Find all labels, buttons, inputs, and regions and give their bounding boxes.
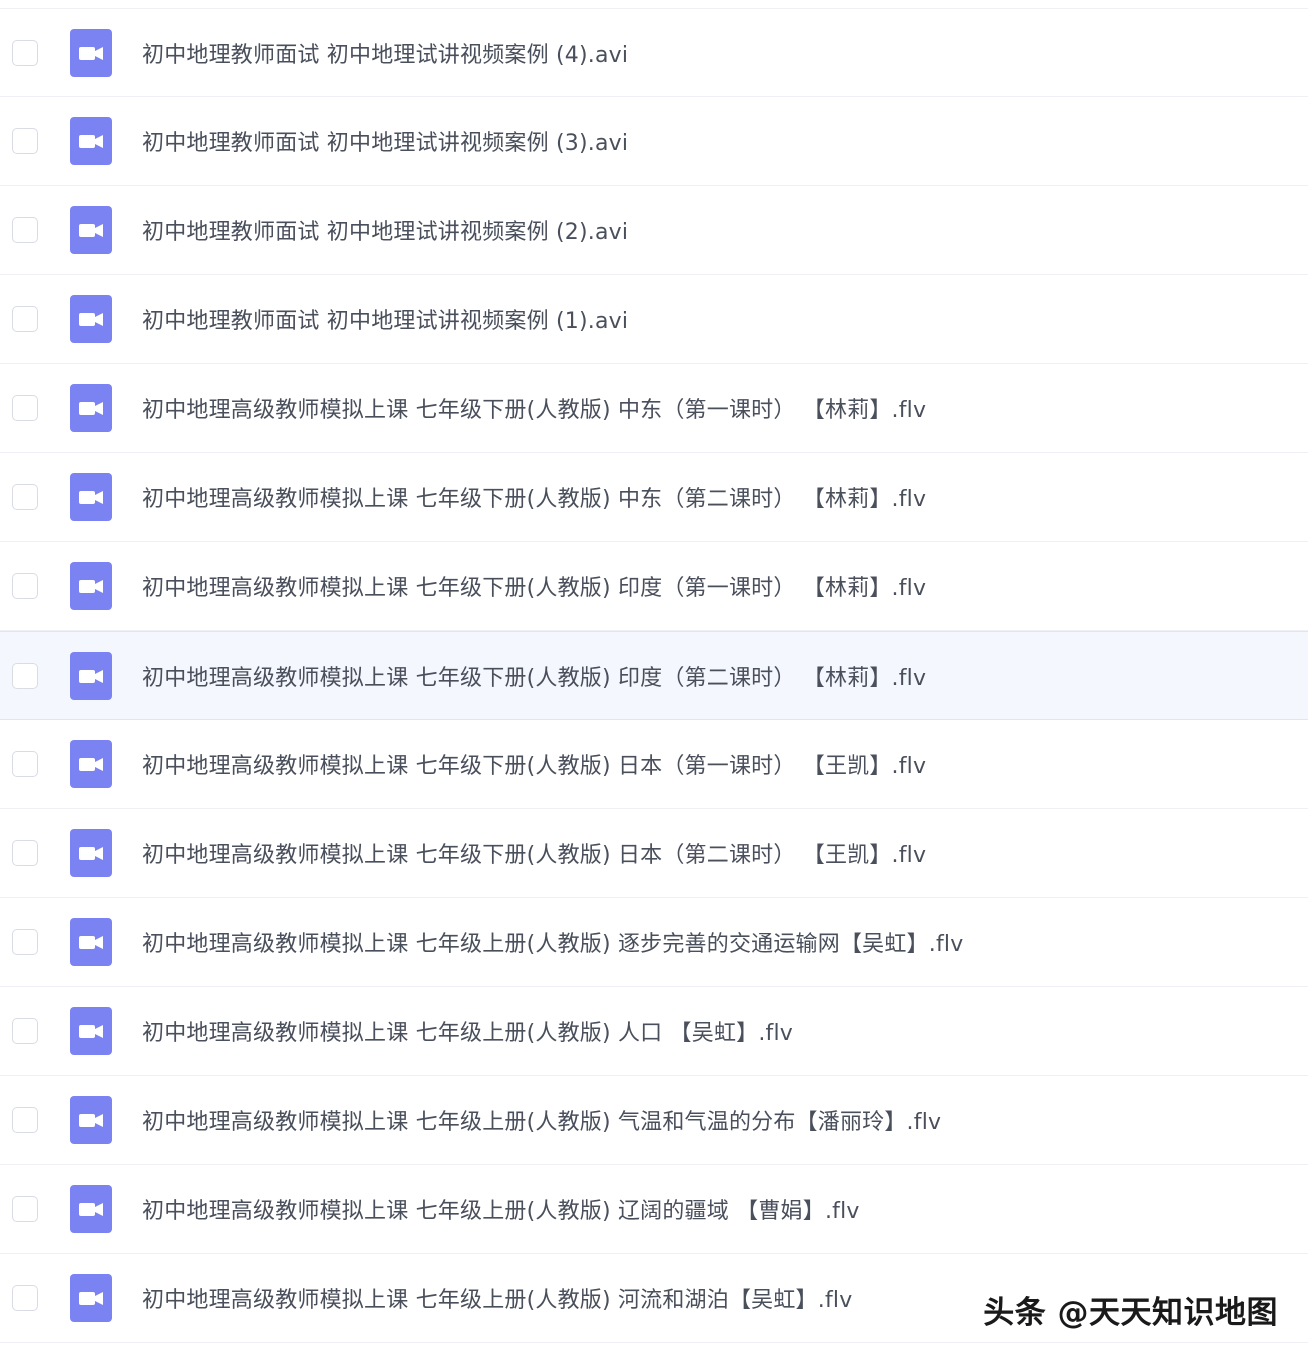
file-name[interactable]: 初中地理高级教师模拟上课 七年级下册(人教版) 印度（第一课时） 【林莉】.fl…	[142, 570, 926, 602]
video-file-icon	[70, 295, 112, 343]
video-file-icon	[70, 651, 112, 700]
row-checkbox[interactable]	[12, 840, 38, 866]
row-checkbox[interactable]	[12, 217, 38, 243]
row-checkbox[interactable]	[12, 929, 38, 955]
file-name[interactable]: 初中地理教师面试 初中地理试讲视频案例 (2).avi	[142, 214, 628, 246]
file-row[interactable]: 初中地理高级教师模拟上课 七年级下册(人教版) 日本（第二课时） 【王凯】.fl…	[0, 809, 1308, 898]
row-checkbox[interactable]	[12, 128, 38, 154]
file-name[interactable]: 初中地理高级教师模拟上课 七年级下册(人教版) 印度（第二课时） 【林莉】.fl…	[142, 660, 926, 692]
file-name[interactable]: 初中地理高级教师模拟上课 七年级上册(人教版) 辽阔的疆域 【曹娟】.flv	[142, 1193, 860, 1225]
file-row[interactable]: 初中地理高级教师模拟上课 七年级上册(人教版) 辽阔的疆域 【曹娟】.flv	[0, 1165, 1308, 1254]
file-row[interactable]: 初中地理教师面试 初中地理试讲视频案例 (2).avi	[0, 186, 1308, 275]
row-checkbox[interactable]	[12, 751, 38, 777]
video-file-icon	[70, 28, 112, 77]
video-file-icon	[70, 117, 112, 165]
file-name[interactable]: 初中地理教师面试 初中地理试讲视频案例 (3).avi	[142, 125, 628, 157]
video-file-icon	[70, 473, 112, 521]
file-row-hovered[interactable]: 初中地理高级教师模拟上课 七年级下册(人教版) 印度（第二课时） 【林莉】.fl…	[0, 631, 1308, 720]
video-file-icon	[70, 1274, 112, 1322]
video-file-icon	[70, 1096, 112, 1144]
row-checkbox[interactable]	[12, 573, 38, 599]
file-name[interactable]: 初中地理高级教师模拟上课 七年级上册(人教版) 河流和湖泊【吴虹】.flv	[142, 1282, 852, 1314]
row-checkbox[interactable]	[12, 1018, 38, 1044]
file-name[interactable]: 初中地理高级教师模拟上课 七年级上册(人教版) 气温和气温的分布【潘丽玲】.fl…	[142, 1104, 941, 1136]
video-file-icon	[70, 384, 112, 432]
row-checkbox[interactable]	[12, 306, 38, 332]
file-row[interactable]: 初中地理高级教师模拟上课 七年级下册(人教版) 中东（第一课时） 【林莉】.fl…	[0, 364, 1308, 453]
video-file-icon	[70, 740, 112, 788]
file-name[interactable]: 初中地理高级教师模拟上课 七年级下册(人教版) 中东（第二课时） 【林莉】.fl…	[142, 481, 926, 513]
row-checkbox[interactable]	[12, 1196, 38, 1222]
watermark-text: 头条 @天天知识地图	[983, 1295, 1278, 1331]
row-checkbox[interactable]	[12, 662, 38, 689]
file-row[interactable]: 初中地理高级教师模拟上课 七年级下册(人教版) 印度（第一课时） 【林莉】.fl…	[0, 542, 1308, 631]
row-checkbox[interactable]	[12, 1285, 38, 1311]
file-name[interactable]: 初中地理教师面试 初中地理试讲视频案例 (1).avi	[142, 303, 628, 335]
video-file-icon	[70, 1007, 112, 1055]
file-name[interactable]: 初中地理教师面试 初中地理试讲视频案例 (4).avi	[142, 37, 628, 69]
file-row[interactable]: 初中地理教师面试 初中地理试讲视频案例 (3).avi	[0, 97, 1308, 186]
row-checkbox[interactable]	[12, 39, 38, 66]
row-checkbox[interactable]	[12, 1107, 38, 1133]
row-checkbox[interactable]	[12, 484, 38, 510]
video-file-icon	[70, 562, 112, 610]
file-name[interactable]: 初中地理高级教师模拟上课 七年级下册(人教版) 日本（第一课时） 【王凯】.fl…	[142, 748, 926, 780]
file-name[interactable]: 初中地理高级教师模拟上课 七年级下册(人教版) 中东（第一课时） 【林莉】.fl…	[142, 392, 926, 424]
row-checkbox[interactable]	[12, 395, 38, 421]
file-row[interactable]: 初中地理高级教师模拟上课 七年级下册(人教版) 中东（第二课时） 【林莉】.fl…	[0, 453, 1308, 542]
file-row[interactable]: 初中地理教师面试 初中地理试讲视频案例 (1).avi	[0, 275, 1308, 364]
file-row[interactable]: 初中地理高级教师模拟上课 七年级上册(人教版) 逐步完善的交通运输网【吴虹】.f…	[0, 898, 1308, 987]
video-file-icon	[70, 918, 112, 966]
file-row[interactable]: 初中地理教师面试 初中地理试讲视频案例 (4).avi	[0, 8, 1308, 97]
video-file-icon	[70, 829, 112, 877]
file-name[interactable]: 初中地理高级教师模拟上课 七年级下册(人教版) 日本（第二课时） 【王凯】.fl…	[142, 837, 926, 869]
file-name[interactable]: 初中地理高级教师模拟上课 七年级上册(人教版) 逐步完善的交通运输网【吴虹】.f…	[142, 926, 963, 958]
file-row[interactable]: 初中地理高级教师模拟上课 七年级上册(人教版) 人口 【吴虹】.flv	[0, 987, 1308, 1076]
video-file-icon	[70, 206, 112, 254]
video-file-icon	[70, 1185, 112, 1233]
file-name[interactable]: 初中地理高级教师模拟上课 七年级上册(人教版) 人口 【吴虹】.flv	[142, 1015, 793, 1047]
file-row[interactable]: 初中地理高级教师模拟上课 七年级上册(人教版) 气温和气温的分布【潘丽玲】.fl…	[0, 1076, 1308, 1165]
file-row[interactable]: 初中地理高级教师模拟上课 七年级下册(人教版) 日本（第一课时） 【王凯】.fl…	[0, 720, 1308, 809]
file-list: 初中地理教师面试 初中地理试讲视频案例 (4).avi 初中地理教师面试 初中地…	[0, 8, 1308, 1343]
